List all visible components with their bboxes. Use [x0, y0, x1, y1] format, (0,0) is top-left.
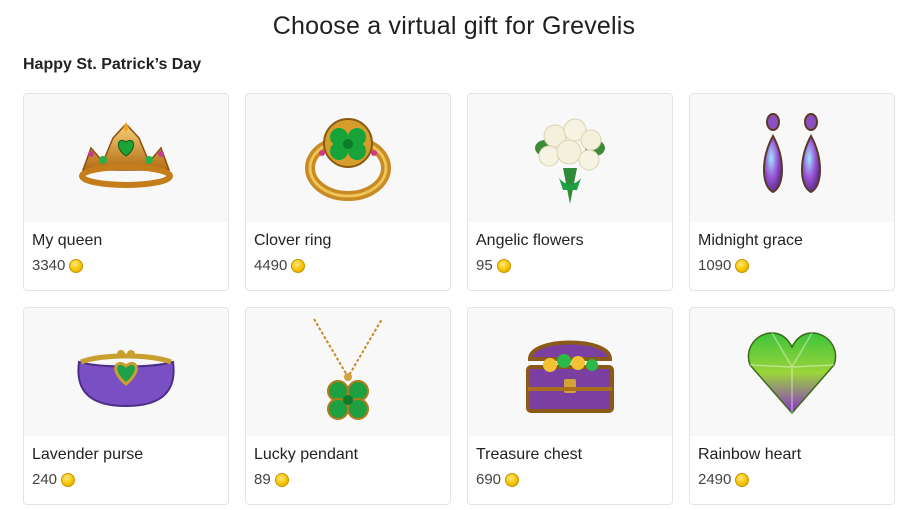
coin-icon	[496, 258, 511, 273]
gift-card-clover-ring[interactable]: Clover ring 4490	[245, 93, 451, 291]
gift-price: 1090	[698, 257, 750, 274]
clover-ring-icon	[305, 118, 391, 201]
coin-icon	[291, 258, 306, 273]
gift-price: 89	[254, 471, 289, 488]
coin-icon	[505, 472, 520, 487]
price-value: 240	[32, 471, 58, 488]
gift-price: 3340	[32, 257, 84, 274]
coin-icon	[735, 258, 750, 273]
price-value: 1090	[698, 257, 732, 274]
gift-price: 240	[32, 471, 76, 488]
section-title: Happy St. Patrick’s Day	[23, 56, 202, 73]
coin-icon	[735, 472, 750, 487]
price-value: 89	[254, 471, 271, 488]
gift-card-rainbow-heart[interactable]: Rainbow heart 2490	[689, 307, 895, 505]
gift-price: 4490	[254, 257, 306, 274]
gift-image	[690, 308, 894, 436]
gift-name: Lucky pendant	[254, 446, 359, 463]
gift-image	[468, 308, 672, 436]
gift-price: 2490	[698, 471, 750, 488]
price-value: 690	[476, 471, 502, 488]
gift-image	[690, 94, 894, 222]
gift-image	[24, 308, 228, 436]
gift-price: 690	[476, 471, 520, 488]
treasure-chest-icon	[526, 340, 614, 413]
gift-card-midnight-grace[interactable]: Midnight grace 1090	[689, 93, 895, 291]
gift-image	[24, 94, 228, 222]
gift-image	[468, 94, 672, 222]
crown-icon	[79, 122, 173, 188]
gift-name: Angelic flowers	[476, 232, 584, 249]
bouquet-icon	[535, 118, 605, 204]
gift-name: Lavender purse	[32, 446, 144, 463]
gift-card-treasure-chest[interactable]: Treasure chest 690	[467, 307, 673, 505]
gift-card-angelic-flowers[interactable]: Angelic flowers 95	[467, 93, 673, 291]
price-value: 4490	[254, 257, 288, 274]
gift-image	[246, 308, 450, 436]
gift-name: Clover ring	[254, 232, 332, 249]
price-value: 95	[476, 257, 493, 274]
gift-grid: My queen 3340 Clover ring 4490 Angelic f…	[23, 93, 895, 505]
gift-name: My queen	[32, 232, 103, 249]
gift-name: Treasure chest	[476, 446, 583, 463]
coin-icon	[61, 472, 76, 487]
price-value: 3340	[32, 257, 66, 274]
gift-card-lavender-purse[interactable]: Lavender purse 240	[23, 307, 229, 505]
gift-card-my-queen[interactable]: My queen 3340	[23, 93, 229, 291]
gift-card-lucky-pendant[interactable]: Lucky pendant 89	[245, 307, 451, 505]
page-title: Choose a virtual gift for Grevelis	[272, 12, 636, 40]
gift-name: Midnight grace	[698, 232, 803, 249]
purse-icon	[77, 350, 175, 408]
clover-pendant-icon	[313, 318, 383, 420]
coin-icon	[274, 472, 289, 487]
coin-icon	[69, 258, 84, 273]
price-value: 2490	[698, 471, 732, 488]
gift-price: 95	[476, 257, 511, 274]
gift-name: Rainbow heart	[698, 446, 802, 463]
gift-image	[246, 94, 450, 222]
gem-heart-icon	[747, 332, 837, 415]
earrings-icon	[763, 113, 821, 194]
